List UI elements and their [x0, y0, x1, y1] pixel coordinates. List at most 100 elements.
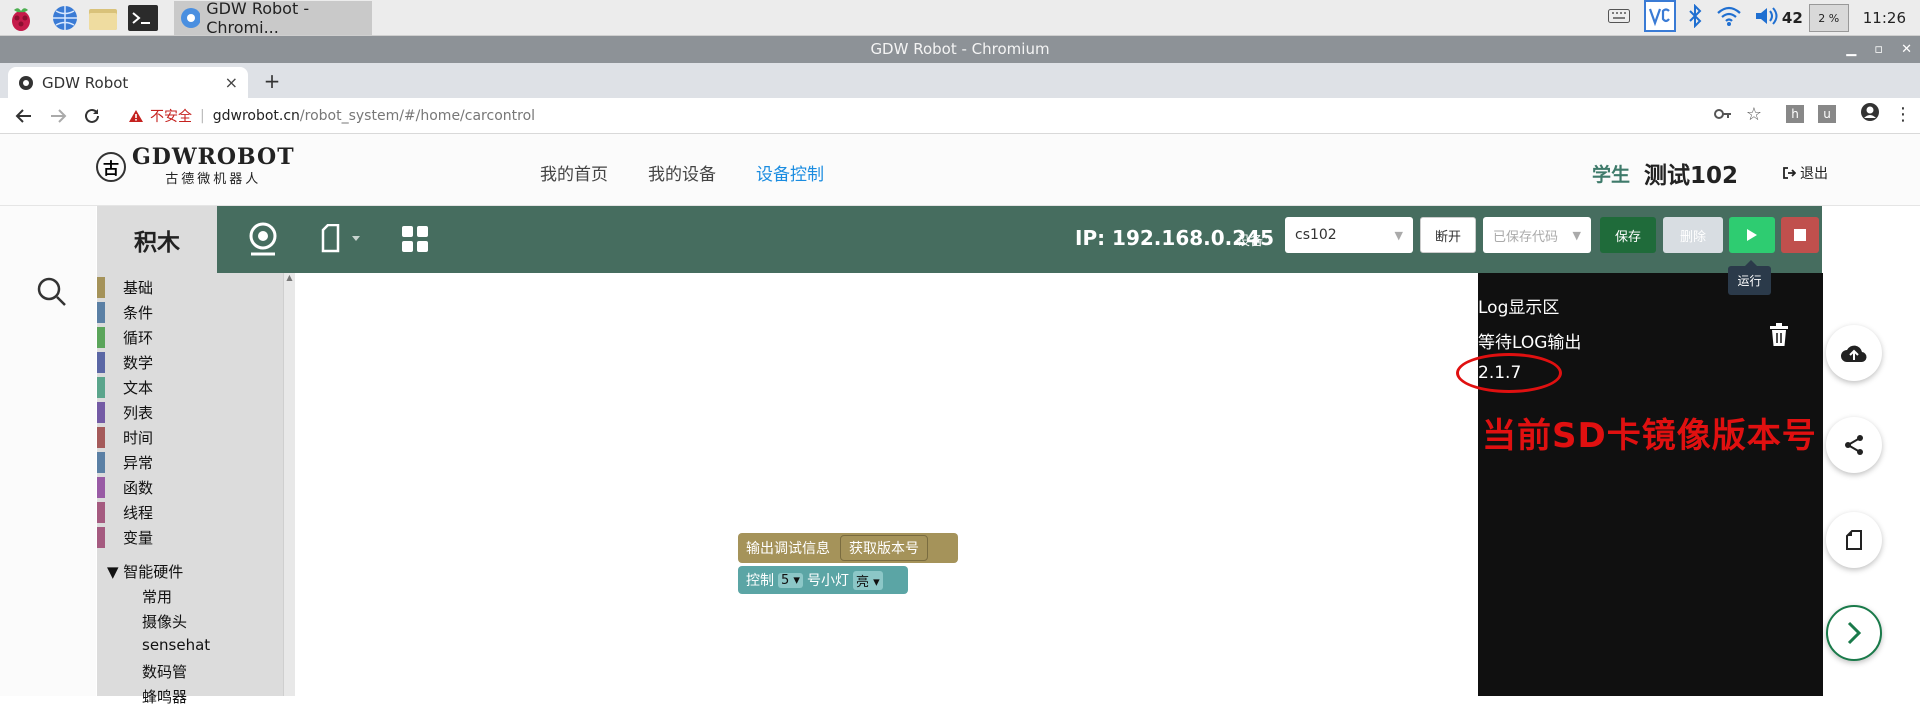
chromium-icon: [181, 8, 201, 28]
category-lists[interactable]: 列表: [97, 402, 153, 423]
light-number-dropdown[interactable]: 5 ▾: [778, 572, 803, 588]
category-basic[interactable]: 基础: [97, 277, 153, 298]
vnc-icon[interactable]: [1643, 0, 1676, 36]
extension-h-icon[interactable]: h: [1786, 105, 1804, 123]
browser-tab[interactable]: GDW Robot ×: [8, 67, 248, 98]
raspberry-menu-icon[interactable]: [6, 3, 36, 33]
back-icon[interactable]: [10, 102, 38, 130]
forward-icon[interactable]: [44, 102, 72, 130]
category-threads[interactable]: 线程: [97, 502, 153, 523]
new-tab-button[interactable]: +: [258, 67, 286, 95]
category-label: 循环: [123, 329, 154, 347]
category-color-bar: [97, 427, 105, 448]
clock[interactable]: 11:26: [1863, 9, 1906, 27]
save-button[interactable]: 保存: [1600, 217, 1656, 253]
category-hardware-group[interactable]: ▼ 智能硬件: [107, 561, 183, 582]
next-button[interactable]: [1826, 605, 1882, 661]
address-bar[interactable]: 不安全 | gdwrobot.cn /robot_system/#/home/c…: [128, 106, 535, 126]
nav-my-devices[interactable]: 我的设备: [648, 160, 716, 185]
tab-blocks[interactable]: 积木: [97, 206, 217, 273]
minimize-icon[interactable]: ▁: [1846, 36, 1856, 63]
reload-icon[interactable]: [78, 102, 106, 130]
cloud-upload-button[interactable]: [1826, 325, 1882, 381]
nav-device-control[interactable]: 设备控制: [756, 160, 824, 185]
category-scrollbar[interactable]: ▲: [283, 273, 295, 696]
hardware-item-buzzer[interactable]: 蜂鸣器: [142, 686, 187, 707]
new-file-button[interactable]: [1826, 512, 1882, 568]
delete-button[interactable]: 删除: [1663, 217, 1723, 253]
profile-icon[interactable]: [1860, 102, 1880, 126]
hardware-item-common[interactable]: 常用: [142, 586, 172, 607]
scroll-up-icon[interactable]: ▲: [284, 273, 295, 282]
print-debug-block[interactable]: 输出调试信息 获取版本号: [738, 533, 958, 563]
volume-icon[interactable]: [1754, 5, 1778, 31]
bluetooth-icon[interactable]: [1688, 3, 1702, 32]
disconnect-button[interactable]: 断开: [1420, 217, 1476, 253]
cpu-monitor: 2 %: [1808, 4, 1849, 32]
category-logic[interactable]: 条件: [97, 302, 153, 323]
search-icon[interactable]: [36, 276, 68, 312]
control-light-block[interactable]: 控制 5 ▾ 号小灯 亮 ▾: [738, 566, 908, 594]
get-version-block[interactable]: 获取版本号: [840, 535, 928, 561]
terminal-icon[interactable]: [128, 3, 158, 33]
light-state-value: 亮: [855, 574, 869, 590]
key-icon[interactable]: [1713, 105, 1732, 124]
user-area: 学生 测试102 退出: [1592, 156, 1828, 190]
category-label: 文本: [123, 379, 154, 397]
stop-icon: [1794, 229, 1806, 241]
saved-code-select[interactable]: 已保存代码 ▼: [1483, 217, 1591, 253]
saved-code-placeholder: 已保存代码: [1493, 229, 1559, 245]
menu-icon[interactable]: ⋮: [1894, 104, 1912, 125]
device-select[interactable]: cs102 ▼: [1285, 217, 1413, 253]
file-menu-icon[interactable]: [320, 220, 364, 258]
grid-icon[interactable]: [401, 220, 429, 258]
category-time[interactable]: 时间: [97, 427, 153, 448]
chevron-down-icon: ▼: [1572, 228, 1581, 242]
nav-home[interactable]: 我的首页: [540, 160, 608, 185]
category-text[interactable]: 文本: [97, 377, 153, 398]
category-label: 数学: [123, 354, 154, 372]
url-path: /robot_system/#/home/carcontrol: [299, 107, 536, 124]
site-logo[interactable]: 古 GDWROBOT 古德微机器人: [96, 146, 295, 187]
hardware-item-camera[interactable]: 摄像头: [142, 611, 187, 632]
logout-icon: [1783, 167, 1796, 179]
device-label: 设备：: [1237, 234, 1277, 249]
stop-button[interactable]: [1781, 217, 1819, 253]
category-math[interactable]: 数学: [97, 352, 153, 373]
wifi-icon[interactable]: [1716, 5, 1742, 31]
category-color-bar: [97, 477, 105, 498]
run-tooltip: 运行: [1728, 260, 1771, 295]
light-state-dropdown[interactable]: 亮 ▾: [852, 570, 883, 590]
keyboard-icon[interactable]: [1607, 9, 1630, 27]
run-button[interactable]: [1729, 217, 1775, 253]
category-functions[interactable]: 函数: [97, 477, 153, 498]
search-column: [0, 206, 96, 696]
close-window-icon[interactable]: ✕: [1901, 36, 1912, 63]
category-variables[interactable]: 变量: [97, 527, 153, 548]
blockly-workspace[interactable]: 输出调试信息 获取版本号 控制 5 ▾ 号小灯 亮 ▾: [295, 273, 1478, 696]
file-manager-icon[interactable]: [88, 3, 118, 33]
maximize-icon[interactable]: ▫: [1874, 36, 1883, 63]
device-select-value: cs102: [1295, 227, 1337, 243]
username: 测试102: [1643, 163, 1738, 189]
hardware-item-digit-tube[interactable]: 数码管: [142, 661, 187, 682]
share-button[interactable]: [1826, 417, 1882, 473]
hardware-item-sensehat[interactable]: sensehat: [142, 636, 210, 654]
bookmark-star-icon[interactable]: ☆: [1746, 104, 1762, 125]
browser-launcher-icon[interactable]: [50, 3, 80, 33]
category-label: 列表: [123, 404, 154, 422]
volume-level: 42: [1781, 9, 1803, 27]
category-color-bar: [97, 352, 105, 373]
trash-icon[interactable]: [1768, 323, 1790, 351]
logout-button[interactable]: 退出: [1782, 163, 1828, 183]
category-loops[interactable]: 循环: [97, 327, 153, 348]
extension-u-icon[interactable]: u: [1818, 105, 1836, 123]
tab-close-icon[interactable]: ×: [225, 73, 238, 92]
taskbar-chromium-window[interactable]: GDW Robot - Chromi...: [174, 0, 372, 37]
cpu-usage: 2 %: [1818, 11, 1840, 25]
os-taskbar: GDW Robot - Chromi... 42 2 % 11:26: [0, 0, 1920, 37]
url-separator: |: [200, 107, 205, 124]
webcam-icon[interactable]: [245, 220, 281, 258]
category-exceptions[interactable]: 异常: [97, 452, 153, 473]
category-color-bar: [97, 502, 105, 523]
